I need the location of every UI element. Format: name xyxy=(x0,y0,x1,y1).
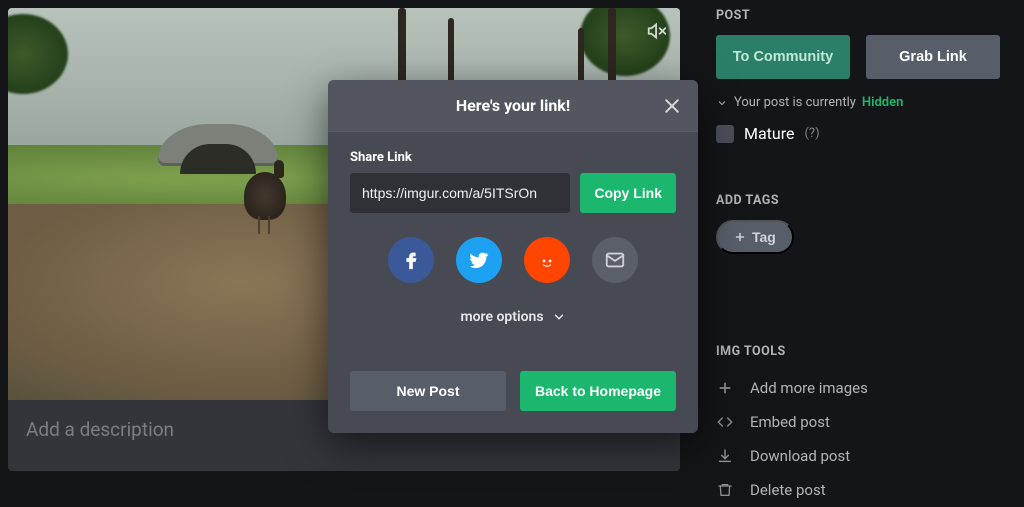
to-community-button[interactable]: To Community xyxy=(716,35,850,79)
twitter-icon xyxy=(468,249,490,271)
tool-embed-post[interactable]: Embed post xyxy=(716,405,1000,439)
mature-help[interactable]: (?) xyxy=(804,126,819,141)
copy-link-button[interactable]: Copy Link xyxy=(580,173,676,213)
tools-section: IMG TOOLS Add more images Embed post Dow… xyxy=(716,344,1000,507)
share-link-input[interactable] xyxy=(350,173,570,213)
post-section: POST To Community Grab Link Your post is… xyxy=(716,8,1000,143)
plus-icon xyxy=(716,380,734,396)
mute-icon[interactable] xyxy=(646,20,668,42)
share-email-button[interactable] xyxy=(592,237,638,283)
trash-icon xyxy=(716,482,734,498)
more-options-toggle[interactable]: more options xyxy=(350,309,676,325)
mature-toggle-row[interactable]: Mature (?) xyxy=(716,124,1000,143)
mature-checkbox[interactable] xyxy=(716,125,734,143)
reddit-icon xyxy=(535,248,559,272)
tags-heading: ADD TAGS xyxy=(716,193,1000,208)
download-icon xyxy=(716,448,734,464)
status-value: Hidden xyxy=(862,95,903,110)
mature-label: Mature xyxy=(744,124,794,143)
back-to-homepage-button[interactable]: Back to Homepage xyxy=(520,371,676,411)
share-link-label: Share Link xyxy=(350,150,676,165)
share-twitter-button[interactable] xyxy=(456,237,502,283)
chevron-down-icon xyxy=(552,310,566,324)
post-status: Your post is currently Hidden xyxy=(716,95,1000,110)
tool-download-post[interactable]: Download post xyxy=(716,439,1000,473)
embed-icon xyxy=(716,414,734,430)
tools-heading: IMG TOOLS xyxy=(716,344,1000,359)
share-link-modal: Here's your link! Share Link Copy Link xyxy=(328,80,698,433)
modal-title: Here's your link! xyxy=(456,96,570,115)
close-icon[interactable] xyxy=(656,90,688,122)
tags-section: ADD TAGS Tag xyxy=(716,193,1000,254)
plus-icon xyxy=(734,231,746,243)
post-heading: POST xyxy=(716,8,1000,23)
share-reddit-button[interactable] xyxy=(524,237,570,283)
grab-link-button[interactable]: Grab Link xyxy=(866,35,1000,79)
description-placeholder: Add a description xyxy=(26,418,174,441)
share-facebook-button[interactable] xyxy=(388,237,434,283)
tool-add-more-images[interactable]: Add more images xyxy=(716,371,1000,405)
mail-icon xyxy=(604,249,626,271)
tool-delete-post[interactable]: Delete post xyxy=(716,473,1000,507)
new-post-button[interactable]: New Post xyxy=(350,371,506,411)
add-tag-button[interactable]: Tag xyxy=(716,220,794,254)
facebook-icon xyxy=(400,249,422,271)
